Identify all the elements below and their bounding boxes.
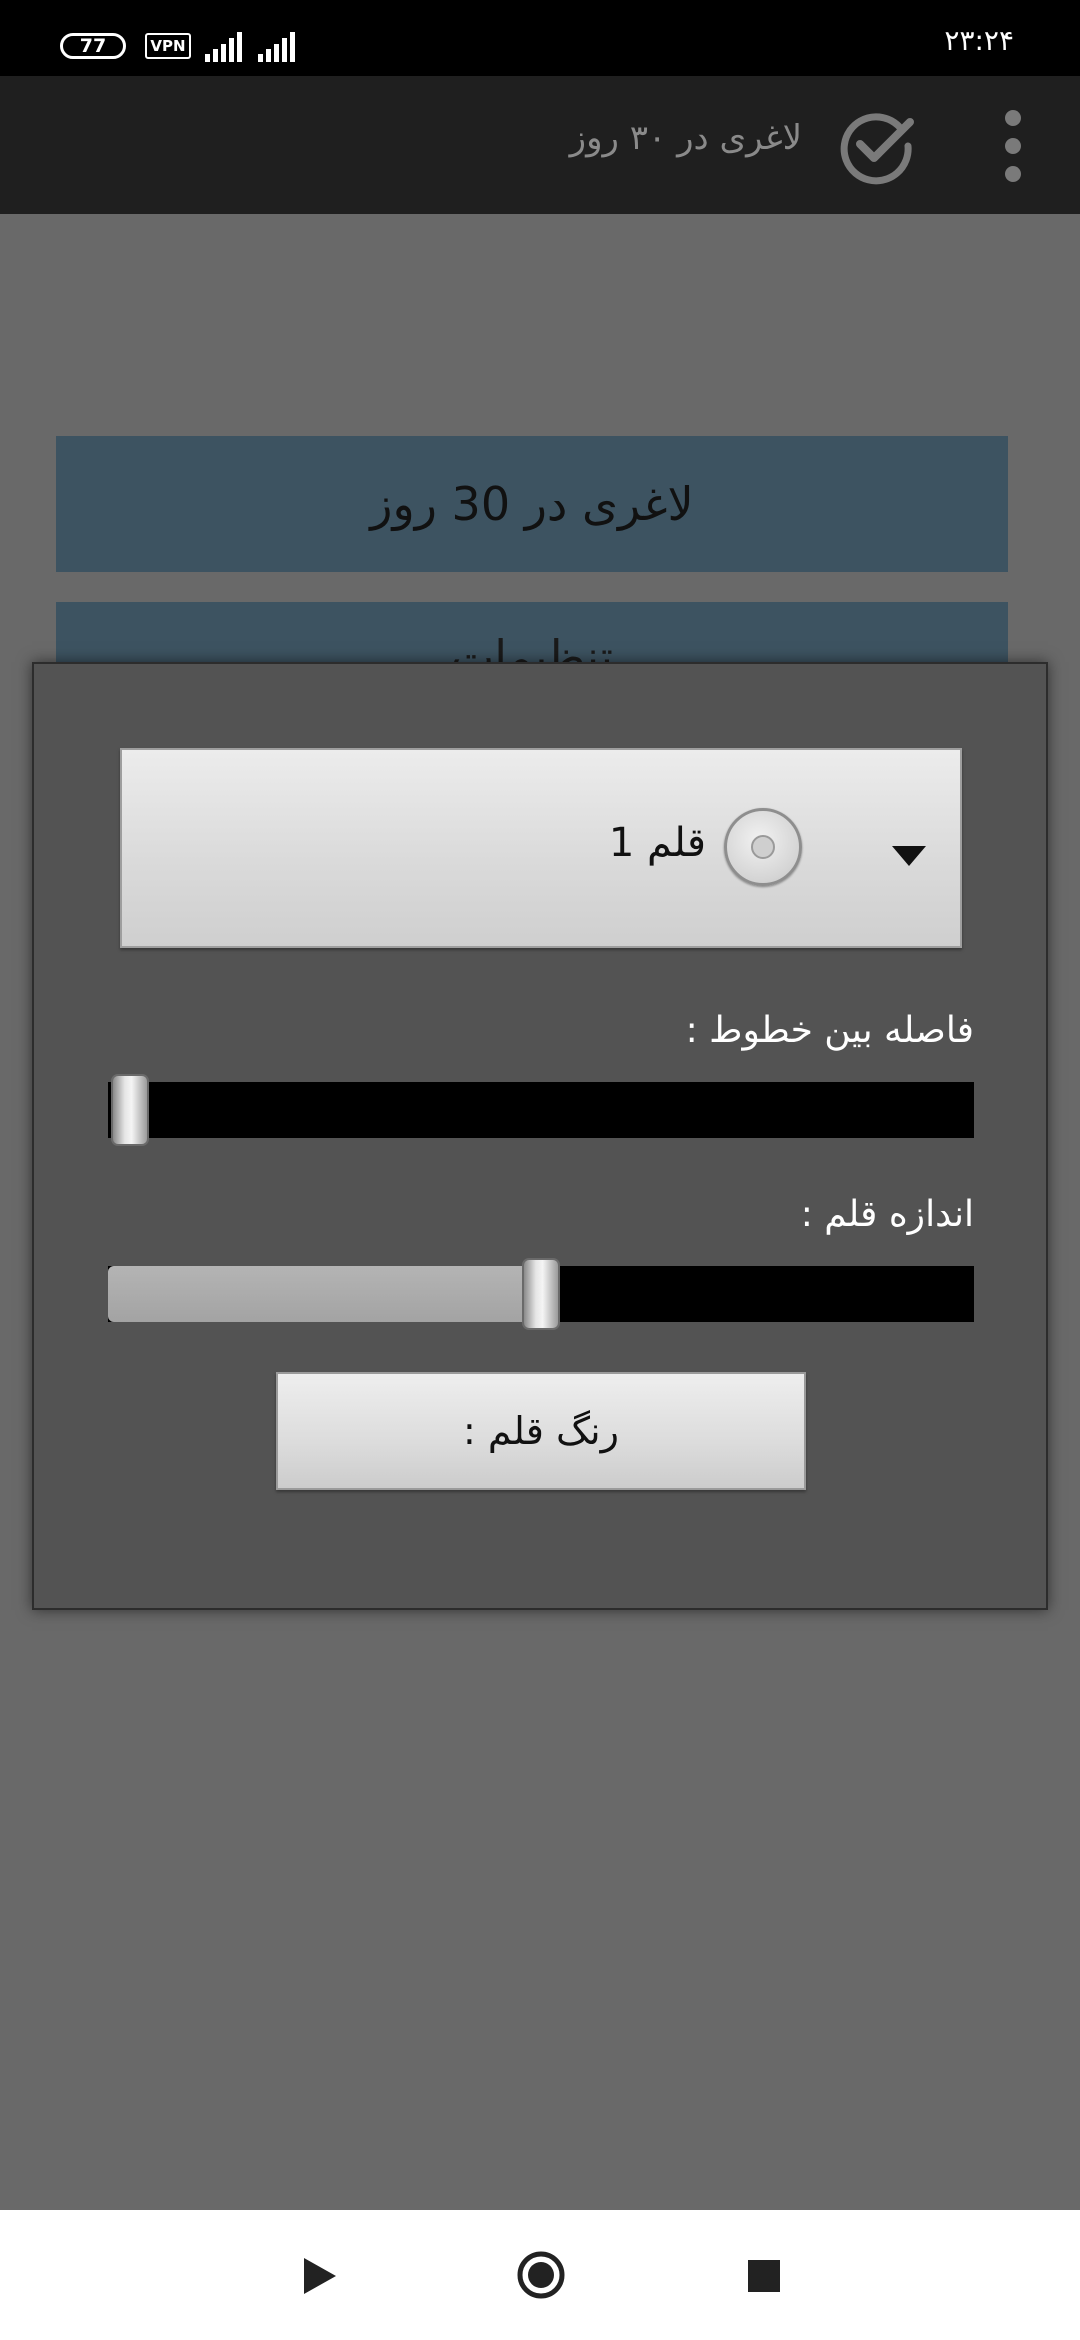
app-title: لاغری در ۳۰ روز: [569, 118, 802, 158]
list-item[interactable]: لاغری در 30 روز: [56, 436, 1008, 572]
vpn-icon: VPN: [145, 33, 191, 59]
navigation-bar: [0, 2210, 1080, 2340]
battery-icon: 77: [60, 33, 126, 59]
signal-icon: [258, 32, 295, 62]
font-color-button[interactable]: رنگ قلم :: [276, 1372, 806, 1490]
font-size-slider[interactable]: [108, 1258, 974, 1330]
dropdown-arrow-icon: [892, 846, 926, 866]
radio-indicator-icon: [751, 835, 775, 859]
slider-thumb[interactable]: [522, 1258, 560, 1330]
line-spacing-slider[interactable]: [108, 1074, 974, 1146]
battery-level: 77: [79, 34, 107, 57]
font-spinner[interactable]: قلم 1: [120, 748, 962, 948]
status-clock: ۲۳:۲۴: [944, 24, 1014, 57]
recents-icon[interactable]: [748, 2260, 780, 2292]
status-bar: 77 VPN ۲۳:۲۴: [0, 0, 1080, 76]
line-spacing-label: فاصله بین خطوط :: [685, 1010, 974, 1051]
list-item[interactable]: تنظیمات: [56, 602, 1008, 662]
slider-thumb[interactable]: [111, 1074, 149, 1146]
font-spinner-value: قلم 1: [608, 820, 706, 866]
radio-button[interactable]: [724, 808, 802, 886]
font-size-label: اندازه قلم :: [800, 1194, 974, 1235]
overflow-menu-icon[interactable]: [1000, 106, 1026, 186]
signal-icon: [205, 32, 242, 62]
app-bar: لاغری در ۳۰ روز: [0, 76, 1080, 214]
check-circle-icon[interactable]: [836, 106, 916, 186]
list-item-label: لاغری در 30 روز: [370, 477, 694, 531]
vpn-label: VPN: [150, 36, 186, 55]
slider-fill: [108, 1266, 541, 1322]
list-item-label: تنظیمات: [450, 630, 614, 662]
home-icon[interactable]: [516, 2250, 566, 2300]
font-settings-dialog: قلم 1 فاصله بین خطوط : اندازه قلم : رنگ …: [32, 662, 1048, 1610]
back-icon[interactable]: [304, 2258, 336, 2294]
